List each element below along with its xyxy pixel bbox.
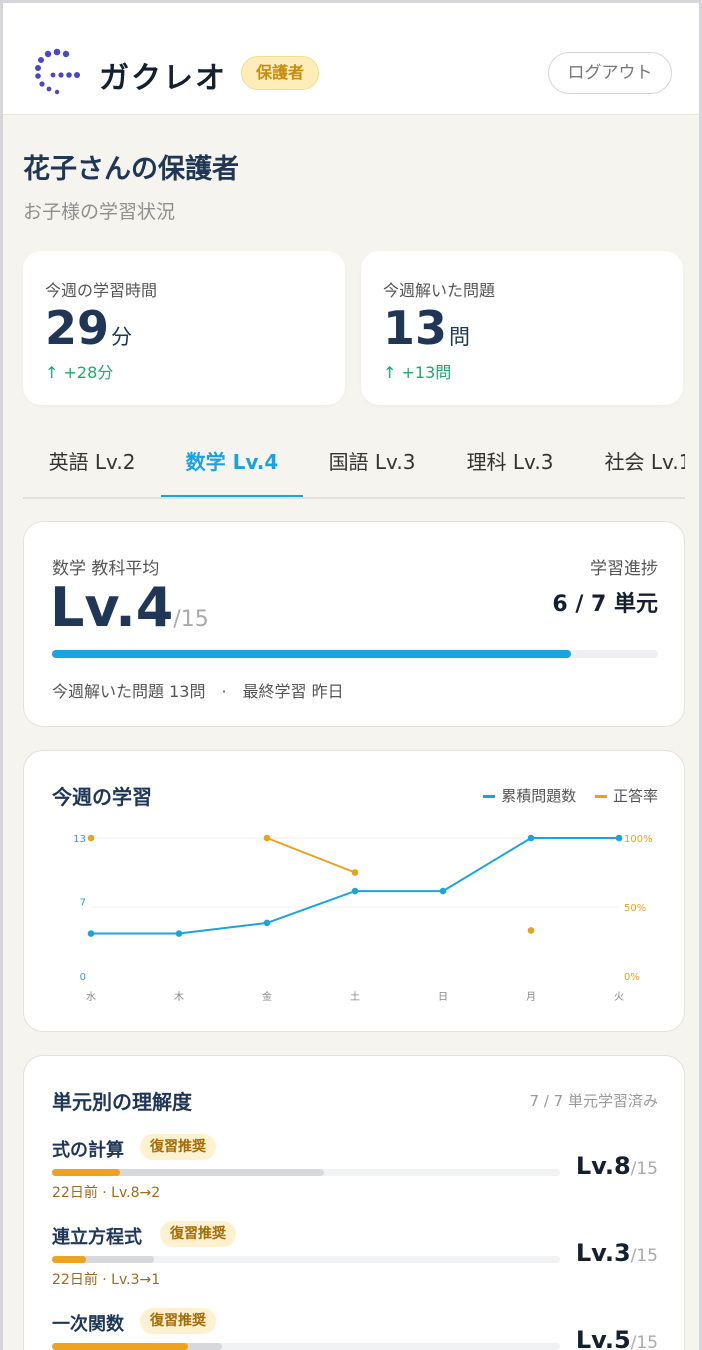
unit-meta: 22日前 · Lv.8→2 <box>52 1185 161 1201</box>
data-point <box>87 930 95 937</box>
tab-math[interactable]: 数学 Lv.4 <box>161 433 303 497</box>
series-line <box>91 837 619 935</box>
unit-row[interactable]: 連立方程式 復習推奨 22日前 · Lv.3→1 Lv.3/15 <box>52 1221 658 1303</box>
progress-label: 学習進捗 <box>590 559 658 579</box>
series-line <box>266 837 356 874</box>
units-count: 7 / 7 単元学習済み <box>529 1092 658 1110</box>
left-axis-tick-label: 13 <box>73 834 86 845</box>
stat-label: 今週解いた問題 <box>383 281 496 300</box>
stat-value: 29分 <box>45 301 133 355</box>
data-point <box>439 887 447 895</box>
subject-summary-card: 数学 教科平均 Lv.4/15 学習進捗 6 / 7 単元 今週解いた問題 13… <box>23 521 685 727</box>
unit-name: 連立方程式 <box>52 1227 142 1248</box>
right-axis-tick-label: 50% <box>624 903 646 914</box>
data-point <box>351 887 359 895</box>
stat-delta: ↑ +13問 <box>383 363 452 382</box>
progress-value: 6 / 7 単元 <box>552 592 658 617</box>
tab-japanese[interactable]: 国語 Lv.3 <box>303 433 441 497</box>
unit-progress-bar <box>52 1256 560 1263</box>
x-axis-tick-label: 火 <box>614 991 624 1003</box>
subject-footer: 今週解いた問題 13問 · 最終学習 昨日 <box>52 682 344 701</box>
brand-name: ガクレオ <box>99 61 227 96</box>
page-subtitle: お子様の学習状況 <box>23 201 176 223</box>
stat-unit: 問 <box>449 325 471 349</box>
weekly-study-chart-card: 今週の学習 累積問題数 正答率 0 7 13 0% 50% 100% 水木金土日月火 <box>23 750 685 1032</box>
unit-level: Lv.8/15 <box>575 1152 658 1180</box>
unit-understanding-card: 単元別の理解度 7 / 7 単元学習済み 式の計算 復習推奨 22日前 · Lv… <box>23 1055 685 1350</box>
unit-meta: 22日前 · Lv.3→1 <box>52 1272 161 1288</box>
review-badge: 復習推奨 <box>140 1308 216 1334</box>
x-axis-tick-label: 月 <box>526 991 536 1003</box>
unit-progress-bar <box>52 1169 560 1176</box>
top-header: ガクレオ 保護者 ログアウト <box>3 3 699 115</box>
unit-row[interactable]: 一次関数 復習推奨 Lv.5/15 <box>52 1308 658 1350</box>
data-point <box>175 930 183 937</box>
unit-progress-bar <box>52 1343 560 1350</box>
unit-name: 一次関数 <box>52 1314 124 1335</box>
unit-level: Lv.3/15 <box>575 1239 658 1267</box>
right-axis-tick-label: 100% <box>624 834 653 845</box>
tab-english[interactable]: 英語 Lv.2 <box>23 433 161 497</box>
study-time-card: 今週の学習時間 29分 ↑ +28分 <box>23 251 345 405</box>
problems-solved-card: 今週解いた問題 13問 ↑ +13問 <box>361 251 683 405</box>
data-point <box>527 834 535 842</box>
progress-bar-fill <box>52 650 572 658</box>
stat-delta: ↑ +28分 <box>45 363 114 382</box>
progress-bar <box>52 650 658 658</box>
data-point <box>351 869 359 876</box>
x-axis-tick-label: 水 <box>86 991 96 1003</box>
logout-button[interactable]: ログアウト <box>548 52 672 94</box>
data-point <box>263 919 271 927</box>
x-axis-tick-label: 日 <box>438 992 448 1003</box>
units-title: 単元別の理解度 <box>52 1090 192 1114</box>
unit-current-fill <box>52 1169 121 1176</box>
role-badge: 保護者 <box>241 56 320 90</box>
stat-value: 13問 <box>383 301 471 355</box>
subject-level: Lv.4/15 <box>50 576 209 639</box>
brand-logo-icon <box>35 48 80 95</box>
data-point <box>527 927 535 934</box>
data-point <box>87 834 95 842</box>
unit-current-fill <box>52 1256 87 1263</box>
stat-label: 今週の学習時間 <box>45 281 158 300</box>
x-axis-tick-label: 木 <box>174 991 184 1003</box>
line-chart: 0 7 13 0% 50% 100% 水 木 金 土 日 月 火 <box>73 834 653 1003</box>
x-axis-tick-label: 金 <box>262 990 272 1003</box>
left-axis-tick-label: 7 <box>80 898 86 909</box>
stat-unit: 分 <box>111 325 133 349</box>
left-axis-tick-label: 0 <box>80 972 86 983</box>
data-point <box>263 834 271 842</box>
page-title: 花子さんの保護者 <box>23 154 239 185</box>
subject-tabs: 英語 Lv.2 数学 Lv.4 国語 Lv.3 理科 Lv.3 社会 Lv.1 <box>23 433 685 499</box>
x-axis-tick-label: 土 <box>350 990 360 1003</box>
tab-science[interactable]: 理科 Lv.3 <box>441 433 579 497</box>
unit-current-fill <box>52 1343 189 1350</box>
tab-social[interactable]: 社会 Lv.1 <box>579 433 685 497</box>
review-badge: 復習推奨 <box>160 1221 236 1247</box>
data-point <box>615 834 623 842</box>
app-frame: ガクレオ 保護者 ログアウト 花子さんの保護者 お子様の学習状況 今週の学習時間… <box>0 0 702 1350</box>
unit-row[interactable]: 式の計算 復習推奨 22日前 · Lv.8→2 Lv.8/15 <box>52 1134 658 1216</box>
right-axis-tick-label: 0% <box>624 972 640 983</box>
unit-level: Lv.5/15 <box>575 1326 658 1350</box>
subject-level-max: /15 <box>173 607 209 632</box>
review-badge: 復習推奨 <box>140 1134 216 1160</box>
unit-name: 式の計算 <box>52 1140 124 1161</box>
